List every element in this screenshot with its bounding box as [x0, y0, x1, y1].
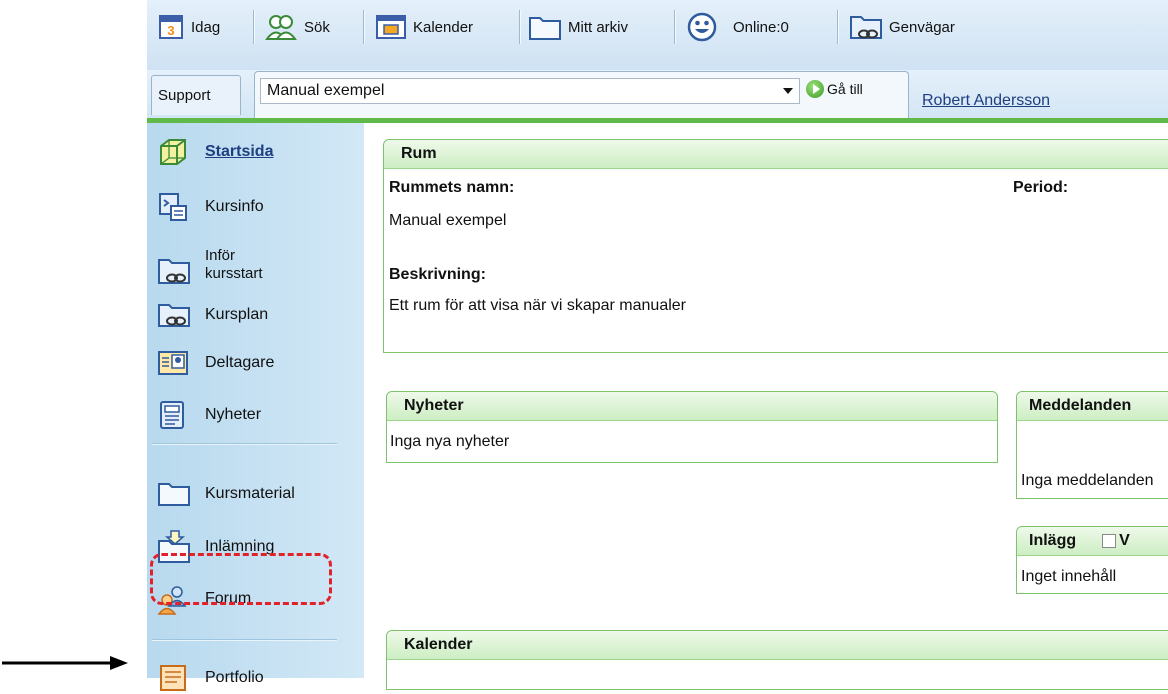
toolbar-calendar-label: Kalender: [413, 18, 474, 36]
support-tab[interactable]: Support: [151, 75, 241, 115]
room-panel-title: Rum: [384, 140, 1168, 169]
toolbar-shortcuts-label: Genvägar: [889, 18, 955, 36]
toolbar-calendar-button[interactable]: Kalender: [375, 12, 473, 42]
sidebar-item-kursmaterial[interactable]: Kursmaterial: [157, 478, 295, 510]
document-icon: [159, 193, 187, 221]
main-toolbar: 3 Idag Sök Kalender Mitt arkiv Online:0 …: [147, 0, 1168, 70]
folder-icon: [158, 483, 190, 506]
smiley-icon: [687, 12, 717, 42]
sidebar-item-label: Kursinfo: [205, 198, 264, 215]
toolbar-shortcuts-button[interactable]: Genvägar: [849, 12, 955, 42]
news-panel: Nyheter: [386, 391, 998, 463]
posts-filter-checkbox[interactable]: [1102, 534, 1117, 548]
toolbar-online-label: Online:0: [733, 18, 789, 36]
description-label: Beskrivning:: [389, 266, 486, 283]
toolbar-today-button[interactable]: 3 Idag: [157, 12, 220, 42]
sidebar-item-label: Startsida: [205, 143, 274, 160]
sidebar-item-kursinfo[interactable]: Kursinfo: [157, 191, 264, 223]
goto-label: Gå till: [827, 81, 863, 97]
news-icon: [160, 401, 184, 429]
toolbar-search-button[interactable]: Sök: [264, 12, 330, 42]
calendar-day-icon: 3: [159, 15, 183, 39]
sidebar-item-label: Inför: [205, 247, 236, 264]
sidebar-item-startsida[interactable]: Startsida: [157, 137, 273, 167]
sidebar-divider: [152, 639, 337, 641]
toolbar-divider: [837, 10, 839, 44]
toolbar-divider: [253, 10, 255, 44]
room-select-value: Manual exempel: [267, 82, 385, 99]
sidebar-divider: [152, 443, 337, 445]
goto-button[interactable]: Gå till: [806, 80, 863, 98]
posts-filter-label: V: [1119, 532, 1130, 549]
room-name-value: Manual exempel: [389, 212, 507, 229]
user-name-link[interactable]: Robert Andersson: [922, 92, 1050, 110]
cube-icon: [160, 139, 186, 165]
posts-empty-text: Inget innehåll: [1021, 568, 1117, 585]
toolbar-divider: [519, 10, 521, 44]
linked-folder-icon: [158, 304, 190, 327]
people-search-icon: [265, 15, 297, 40]
messages-empty-text: Inga meddelanden: [1021, 472, 1154, 489]
calendar-panel: Kalender: [386, 630, 1168, 690]
room-name-label: Rummets namn:: [389, 179, 515, 196]
folder-icon: [529, 17, 561, 40]
period-label: Period:: [1013, 179, 1069, 196]
toolbar-archive-label: Mitt arkiv: [568, 18, 628, 36]
toolbar-divider: [363, 10, 365, 44]
room-panel: Rum: [383, 139, 1168, 353]
news-panel-title: Nyheter: [387, 392, 997, 421]
toolbar-divider: [674, 10, 676, 44]
description-value: Ett rum för att visa när vi skapar manua…: [389, 297, 686, 314]
svg-text:3: 3: [167, 23, 174, 38]
calendar-panel-title: Kalender: [387, 631, 1168, 660]
sidebar-item-kursplan[interactable]: Kursplan: [157, 299, 268, 331]
toolbar-archive-button[interactable]: Mitt arkiv: [528, 12, 628, 42]
sidebar-item-label-line2: kursstart: [205, 265, 263, 282]
linked-folder-icon: [158, 259, 190, 284]
sidebar-item-label: Nyheter: [205, 406, 262, 423]
calendar-icon: [376, 15, 406, 39]
annotation-arrow: [2, 656, 128, 670]
sidebar-item-nyheter[interactable]: Nyheter: [157, 399, 261, 431]
sidebar-item-label: Kursmaterial: [205, 485, 295, 502]
posts-panel-title: Inlägg: [1029, 532, 1077, 549]
annotation-highlight-box: [150, 553, 332, 605]
sidebar-item-infor-kursstart[interactable]: Inför kursstart: [157, 247, 263, 287]
sidebar-item-label: Kursplan: [205, 306, 269, 323]
sidebar-item-portfolio[interactable]: Portfolio: [157, 662, 264, 694]
room-tab: Manual exempel Gå till: [254, 71, 909, 120]
room-select[interactable]: Manual exempel: [260, 78, 800, 104]
dropdown-arrow-icon: [783, 88, 793, 94]
posts-panel-header: Inlägg V: [1017, 527, 1168, 556]
room-bar: Support Manual exempel Gå till Robert An…: [147, 70, 1168, 120]
id-card-icon: [158, 351, 188, 375]
shortcut-folder-icon: [850, 16, 882, 39]
messages-panel-title: Meddelanden: [1017, 392, 1168, 421]
toolbar-today-label: Idag: [191, 18, 221, 36]
portfolio-icon: [160, 665, 186, 691]
toolbar-search-label: Sök: [304, 18, 330, 36]
sidebar-item-label: Deltagare: [205, 354, 275, 371]
support-tab-label: Support: [158, 87, 211, 104]
news-empty-text: Inga nya nyheter: [390, 433, 510, 450]
sidebar-item-deltagare[interactable]: Deltagare: [157, 347, 274, 379]
sidebar-item-label: Portfolio: [205, 669, 264, 686]
toolbar-online-button[interactable]: Online:0: [687, 12, 789, 42]
go-arrow-icon: [806, 80, 824, 98]
